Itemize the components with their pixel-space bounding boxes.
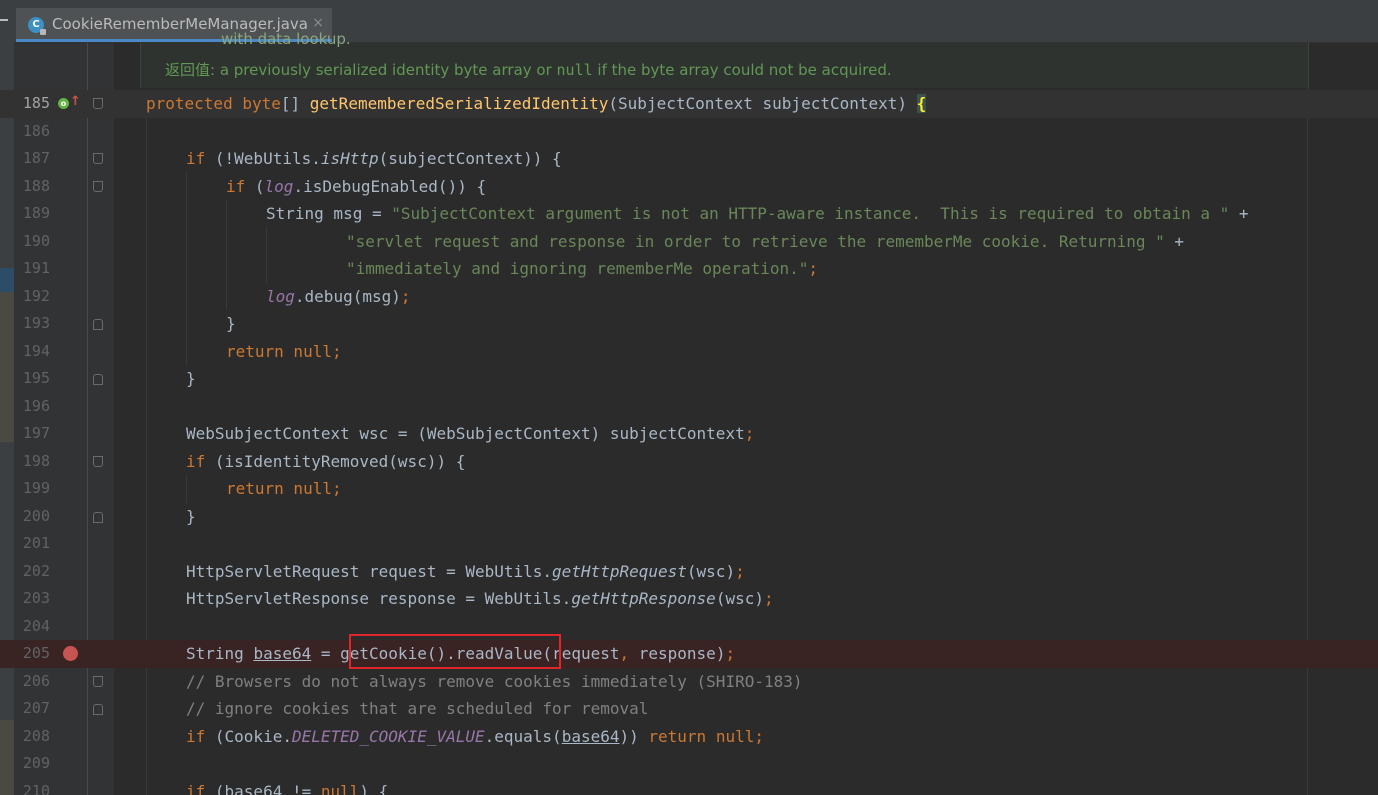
- code-text: if (!WebUtils.isHttp(subjectContext)) {: [186, 149, 562, 168]
- fold-icon[interactable]: [93, 704, 103, 715]
- returns-null: null: [556, 61, 593, 79]
- java-class-icon: C: [28, 17, 46, 35]
- line-number: 209: [22, 754, 50, 772]
- code-text: HttpServletResponse response = WebUtils.…: [186, 589, 774, 608]
- code-line[interactable]: 193 }: [0, 310, 1378, 338]
- code-line[interactable]: 201: [0, 530, 1378, 558]
- close-icon[interactable]: ×: [312, 15, 324, 31]
- code-line[interactable]: 185 o ↑ protected byte[] getRememberedSer…: [0, 90, 1378, 118]
- code-line[interactable]: 195 }: [0, 365, 1378, 393]
- code-line[interactable]: 199 return null;: [0, 475, 1378, 503]
- code-line[interactable]: 197 WebSubjectContext wsc = (WebSubjectC…: [0, 420, 1378, 448]
- code-text: protected byte[] getRememberedSerialized…: [146, 94, 927, 113]
- line-number: 198: [22, 451, 50, 470]
- returns-text: a previously serialized identity byte ar…: [215, 61, 557, 79]
- code-text: if (isIdentityRemoved(wsc)) {: [186, 451, 466, 471]
- code-line[interactable]: 207 // ignore cookies that are scheduled…: [0, 695, 1378, 723]
- line-number: 199: [22, 479, 50, 497]
- line-number: 207: [22, 699, 50, 717]
- fold-icon[interactable]: [93, 675, 103, 687]
- line-number: 194: [22, 341, 50, 360]
- fold-icon[interactable]: [93, 511, 103, 523]
- breakpoint-icon[interactable]: [63, 646, 78, 661]
- line-number: 189: [22, 204, 50, 222]
- code-text: }: [186, 369, 196, 388]
- code-line[interactable]: 187 if (!WebUtils.isHttp(subjectContext)…: [0, 145, 1378, 173]
- code-line[interactable]: 208 if (Cookie.DELETED_COOKIE_VALUE.equa…: [0, 723, 1378, 751]
- code-text: if (Cookie.DELETED_COOKIE_VALUE.equals(b…: [186, 726, 764, 746]
- code-line[interactable]: 200 }: [0, 503, 1378, 531]
- editor-tab-bar: C CookieRememberMeManager.java ×: [14, 0, 1378, 43]
- javadoc-returns: 返回值: a previously serialized identity by…: [165, 59, 892, 80]
- line-number: 201: [22, 534, 50, 552]
- code-text: if (log.isDebugEnabled()) {: [226, 176, 487, 196]
- line-number: 192: [22, 286, 50, 305]
- fold-icon[interactable]: [93, 319, 103, 330]
- code-line[interactable]: 194 return null;: [0, 338, 1378, 366]
- returns-label: 返回值:: [165, 61, 216, 79]
- code-line[interactable]: 190 "servlet request and response in ord…: [0, 228, 1378, 256]
- code-line[interactable]: 186: [0, 118, 1378, 146]
- code-text: }: [226, 314, 236, 333]
- fold-icon[interactable]: [93, 153, 103, 164]
- code-line[interactable]: 210 if (base64 != null) {: [0, 778, 1378, 795]
- line-number: 206: [22, 671, 50, 690]
- menu-edge-icon[interactable]: [0, 19, 8, 21]
- code-line[interactable]: 189 String msg = "SubjectContext argumen…: [0, 200, 1378, 228]
- line-number: 200: [22, 506, 50, 525]
- code-text: HttpServletRequest request = WebUtils.ge…: [186, 561, 745, 581]
- code-comment: // ignore cookies that are scheduled for…: [186, 699, 649, 718]
- code-text: "servlet request and response in order t…: [346, 231, 1185, 251]
- line-number: 208: [22, 726, 50, 745]
- fold-icon[interactable]: [93, 455, 103, 467]
- fold-icon[interactable]: [93, 374, 103, 385]
- line-number: 193: [22, 314, 50, 332]
- line-number: 191: [22, 259, 50, 277]
- line-number: 197: [22, 424, 50, 442]
- code-text: String msg = "SubjectContext argument is…: [266, 204, 1249, 223]
- line-number: 205: [22, 644, 50, 662]
- line-number: 202: [22, 561, 50, 580]
- code-text: WebSubjectContext wsc = (WebSubjectConte…: [186, 424, 755, 443]
- fold-icon[interactable]: [93, 98, 103, 109]
- code-line[interactable]: 203 HttpServletResponse response = WebUt…: [0, 585, 1378, 613]
- code-comment: // Browsers do not always remove cookies…: [186, 671, 803, 691]
- code-text: log.debug(msg);: [266, 286, 411, 306]
- code-line[interactable]: 205 String base64 = getCookie().readValu…: [0, 640, 1378, 668]
- line-number: 190: [22, 231, 50, 250]
- code-line[interactable]: 196: [0, 393, 1378, 421]
- line-number: 210: [22, 781, 50, 795]
- line-number: 195: [22, 369, 50, 387]
- code-text: }: [186, 506, 196, 526]
- code-line[interactable]: 202 HttpServletRequest request = WebUtil…: [0, 558, 1378, 586]
- javadoc-text: with data lookup.: [221, 30, 351, 48]
- override-icon[interactable]: o ↑: [58, 94, 81, 112]
- code-text: return null;: [226, 479, 342, 498]
- code-line[interactable]: 209: [0, 750, 1378, 778]
- code-line[interactable]: 204: [0, 613, 1378, 641]
- code-line[interactable]: 206 // Browsers do not always remove coo…: [0, 668, 1378, 696]
- fold-icon[interactable]: [93, 180, 103, 192]
- javadoc-rendered: with data lookup. 返回值: a previously seri…: [140, 30, 1309, 88]
- code-line[interactable]: 188 if (log.isDebugEnabled()) {: [0, 173, 1378, 201]
- code-line[interactable]: 191 "immediately and ignoring rememberMe…: [0, 255, 1378, 283]
- line-number: 204: [22, 616, 50, 635]
- line-number: 203: [22, 589, 50, 607]
- highlight-box: [349, 634, 561, 669]
- line-number: 187: [22, 149, 50, 167]
- returns-text: if the byte array could not be acquired.: [592, 61, 892, 79]
- code-line[interactable]: 192 log.debug(msg);: [0, 283, 1378, 311]
- code-text: return null;: [226, 341, 342, 361]
- line-number: 188: [22, 176, 50, 195]
- code-text: if (base64 != null) {: [186, 781, 389, 795]
- line-number: 196: [22, 396, 50, 415]
- code-line[interactable]: 198 if (isIdentityRemoved(wsc)) {: [0, 448, 1378, 476]
- code-text: "immediately and ignoring rememberMe ope…: [346, 259, 819, 278]
- line-number: 186: [22, 121, 50, 140]
- line-number: 185: [22, 94, 50, 112]
